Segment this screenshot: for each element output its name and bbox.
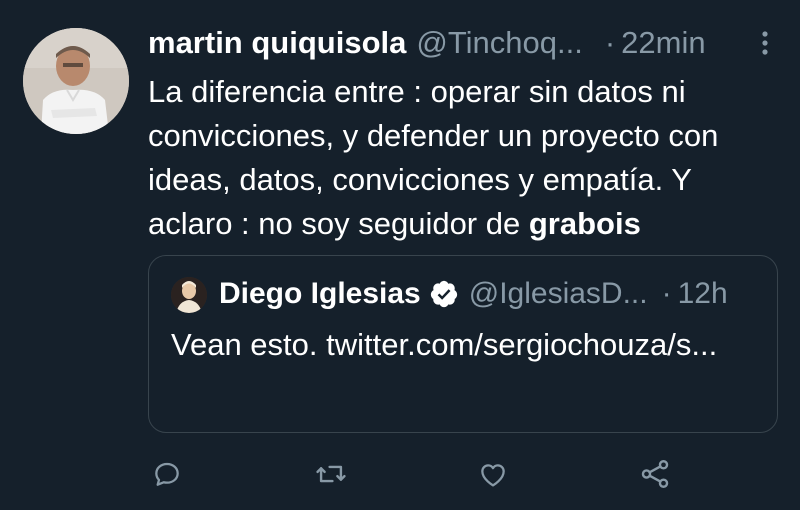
share-icon[interactable] bbox=[636, 455, 674, 493]
quoted-tweet[interactable]: Diego Iglesias @IglesiasD... · 12h Vean … bbox=[148, 255, 778, 433]
tweet-timestamp[interactable]: 22min bbox=[621, 22, 705, 64]
quoted-author-handle[interactable]: @IglesiasD... bbox=[469, 274, 648, 314]
like-icon[interactable] bbox=[474, 455, 512, 493]
quoted-tweet-timestamp[interactable]: 12h bbox=[678, 274, 728, 314]
quoted-header-separator: · bbox=[661, 277, 672, 310]
tweet-header: martin quiquisola @Tinchoq... · 22min bbox=[148, 22, 780, 64]
tweet-text: La diferencia entre : operar sin datos n… bbox=[148, 70, 780, 246]
quoted-author-name[interactable]: Diego Iglesias bbox=[219, 274, 421, 314]
retweet-icon[interactable] bbox=[312, 455, 350, 493]
tweet-text-bold: grabois bbox=[528, 206, 641, 241]
header-separator: · bbox=[604, 25, 616, 60]
tweet-content: martin quiquisola @Tinchoq... · 22min La… bbox=[148, 22, 780, 246]
quoted-tweet-header: Diego Iglesias @IglesiasD... · 12h bbox=[219, 274, 728, 314]
tweet[interactable]: martin quiquisola @Tinchoq... · 22min La… bbox=[0, 0, 800, 510]
author-handle[interactable]: @Tinchoq... bbox=[416, 22, 582, 64]
quoted-author-avatar bbox=[171, 277, 207, 313]
author-avatar[interactable] bbox=[23, 28, 129, 134]
verified-badge-icon bbox=[429, 279, 459, 309]
more-vertical-icon[interactable] bbox=[758, 30, 772, 56]
tweet-actions bbox=[0, 455, 800, 495]
quoted-tweet-text: Vean esto. twitter.com/sergiochouza/s... bbox=[171, 327, 718, 362]
author-name[interactable]: martin quiquisola bbox=[148, 22, 406, 64]
reply-icon[interactable] bbox=[148, 455, 186, 493]
